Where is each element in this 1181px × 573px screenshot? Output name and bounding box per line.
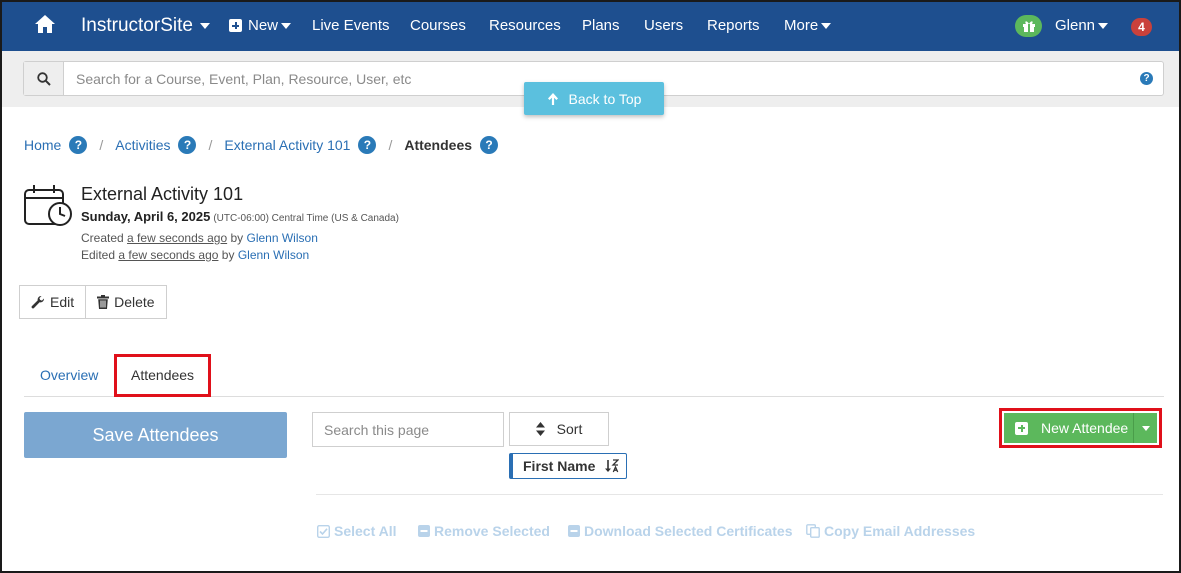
user-menu-label: Glenn	[1055, 17, 1096, 34]
copy-emails-label: Copy Email Addresses	[824, 523, 976, 539]
sort-icon	[535, 422, 545, 436]
minus-square-icon	[568, 525, 580, 537]
brand-menu[interactable]: InstructorSite	[81, 15, 210, 37]
question-circle-icon[interactable]: ?	[1140, 72, 1153, 85]
question-circle-icon[interactable]: ?	[480, 136, 499, 154]
edit-label: Edit	[50, 294, 75, 310]
notification-badge[interactable]: 4	[1131, 18, 1152, 36]
question-circle-icon[interactable]: ?	[69, 136, 88, 154]
calendar-clock-icon	[24, 185, 72, 226]
nav-live-events[interactable]: Live Events	[312, 17, 390, 34]
edited-by: by	[221, 248, 235, 262]
search-icon-cell[interactable]	[24, 62, 64, 95]
created-prefix: Created	[81, 231, 124, 245]
home-icon[interactable]	[34, 13, 56, 35]
save-attendees-button[interactable]: Save Attendees	[24, 412, 287, 458]
delete-button[interactable]: Delete	[86, 285, 167, 319]
nav-plans[interactable]: Plans	[582, 17, 620, 34]
more-menu[interactable]: More	[784, 17, 832, 34]
wrench-icon	[31, 295, 45, 309]
event-date: Sunday, April 6, 2025 (UTC-06:00) Central…	[81, 209, 399, 224]
created-info: Created a few seconds ago by Glenn Wilso…	[81, 231, 318, 245]
chevron-down-icon	[821, 22, 832, 29]
edited-info: Edited a few seconds ago by Glenn Wilson	[81, 248, 309, 262]
edited-user-link[interactable]: Glenn Wilson	[238, 248, 309, 262]
breadcrumb-home[interactable]: Home	[24, 137, 61, 153]
download-certificates-label: Download Selected Certificates	[584, 523, 793, 539]
page-search-input[interactable]	[312, 412, 504, 447]
event-actions: Edit Delete	[19, 285, 167, 319]
nav-users[interactable]: Users	[644, 17, 683, 34]
created-by: by	[230, 231, 244, 245]
chevron-down-icon	[281, 22, 292, 29]
arrow-up-icon	[547, 92, 558, 105]
event-timezone: (UTC-06:00) Central Time (US & Canada)	[213, 213, 399, 224]
new-menu[interactable]: New	[229, 17, 292, 34]
new-menu-label: New	[248, 17, 279, 34]
plus-square-icon	[229, 19, 242, 32]
top-navbar: InstructorSite New Live Events Courses R…	[2, 2, 1179, 51]
highlight-attendees-tab	[114, 354, 211, 397]
event-title: External Activity 101	[81, 184, 244, 204]
event-date-text: Sunday, April 6, 2025	[81, 209, 211, 224]
sort-label: Sort	[556, 421, 583, 437]
copy-emails-action[interactable]: Copy Email Addresses	[806, 523, 975, 539]
breadcrumb: Home ? / Activities ? / External Activit…	[24, 136, 499, 154]
breadcrumb-separator: /	[388, 137, 393, 153]
remove-selected-label: Remove Selected	[434, 523, 550, 539]
question-circle-icon[interactable]: ?	[178, 136, 197, 154]
copy-icon	[806, 524, 820, 538]
edit-button[interactable]: Edit	[19, 285, 87, 319]
user-menu[interactable]: Glenn	[1055, 17, 1109, 34]
breadcrumb-activities[interactable]: Activities	[115, 137, 170, 153]
created-user-link[interactable]: Glenn Wilson	[247, 231, 318, 245]
edited-prefix: Edited	[81, 248, 116, 262]
nav-reports[interactable]: Reports	[707, 17, 760, 34]
breadcrumb-separator: /	[99, 137, 104, 153]
more-menu-label: More	[784, 17, 819, 34]
brand-label: InstructorSite	[81, 15, 193, 36]
select-all-label: Select All	[334, 523, 397, 539]
delete-label: Delete	[114, 294, 155, 310]
highlight-new-attendee	[999, 408, 1162, 448]
chevron-down-icon	[1098, 22, 1109, 29]
divider	[316, 494, 1163, 495]
edited-time: a few seconds ago	[118, 248, 219, 262]
nav-courses[interactable]: Courses	[410, 17, 466, 34]
gift-glyph	[1022, 21, 1035, 32]
back-to-top-button[interactable]: Back to Top	[524, 82, 664, 115]
tab-overview[interactable]: Overview	[40, 367, 98, 383]
sort-button[interactable]: Sort	[509, 412, 609, 446]
minus-square-icon	[418, 525, 430, 537]
search-icon	[36, 71, 51, 86]
checkbox-icon	[317, 524, 330, 538]
breadcrumb-separator: /	[208, 137, 213, 153]
breadcrumb-activity[interactable]: External Activity 101	[224, 137, 350, 153]
sort-field-label: First Name	[523, 458, 596, 474]
nav-resources[interactable]: Resources	[489, 17, 561, 34]
trash-icon	[97, 295, 110, 309]
created-time: a few seconds ago	[127, 231, 228, 245]
remove-selected-action[interactable]: Remove Selected	[418, 523, 550, 539]
app-frame: InstructorSite New Live Events Courses R…	[0, 0, 1181, 573]
gift-icon[interactable]	[1015, 15, 1042, 37]
sort-field-chip[interactable]: First Name	[509, 453, 627, 479]
back-to-top-label: Back to Top	[568, 90, 642, 107]
sort-alpha-icon	[605, 459, 620, 473]
chevron-down-icon	[199, 23, 210, 29]
download-certificates-action[interactable]: Download Selected Certificates	[568, 523, 793, 539]
question-circle-icon[interactable]: ?	[358, 136, 377, 154]
breadcrumb-current: Attendees	[404, 137, 473, 153]
select-all-action[interactable]: Select All	[317, 523, 397, 539]
